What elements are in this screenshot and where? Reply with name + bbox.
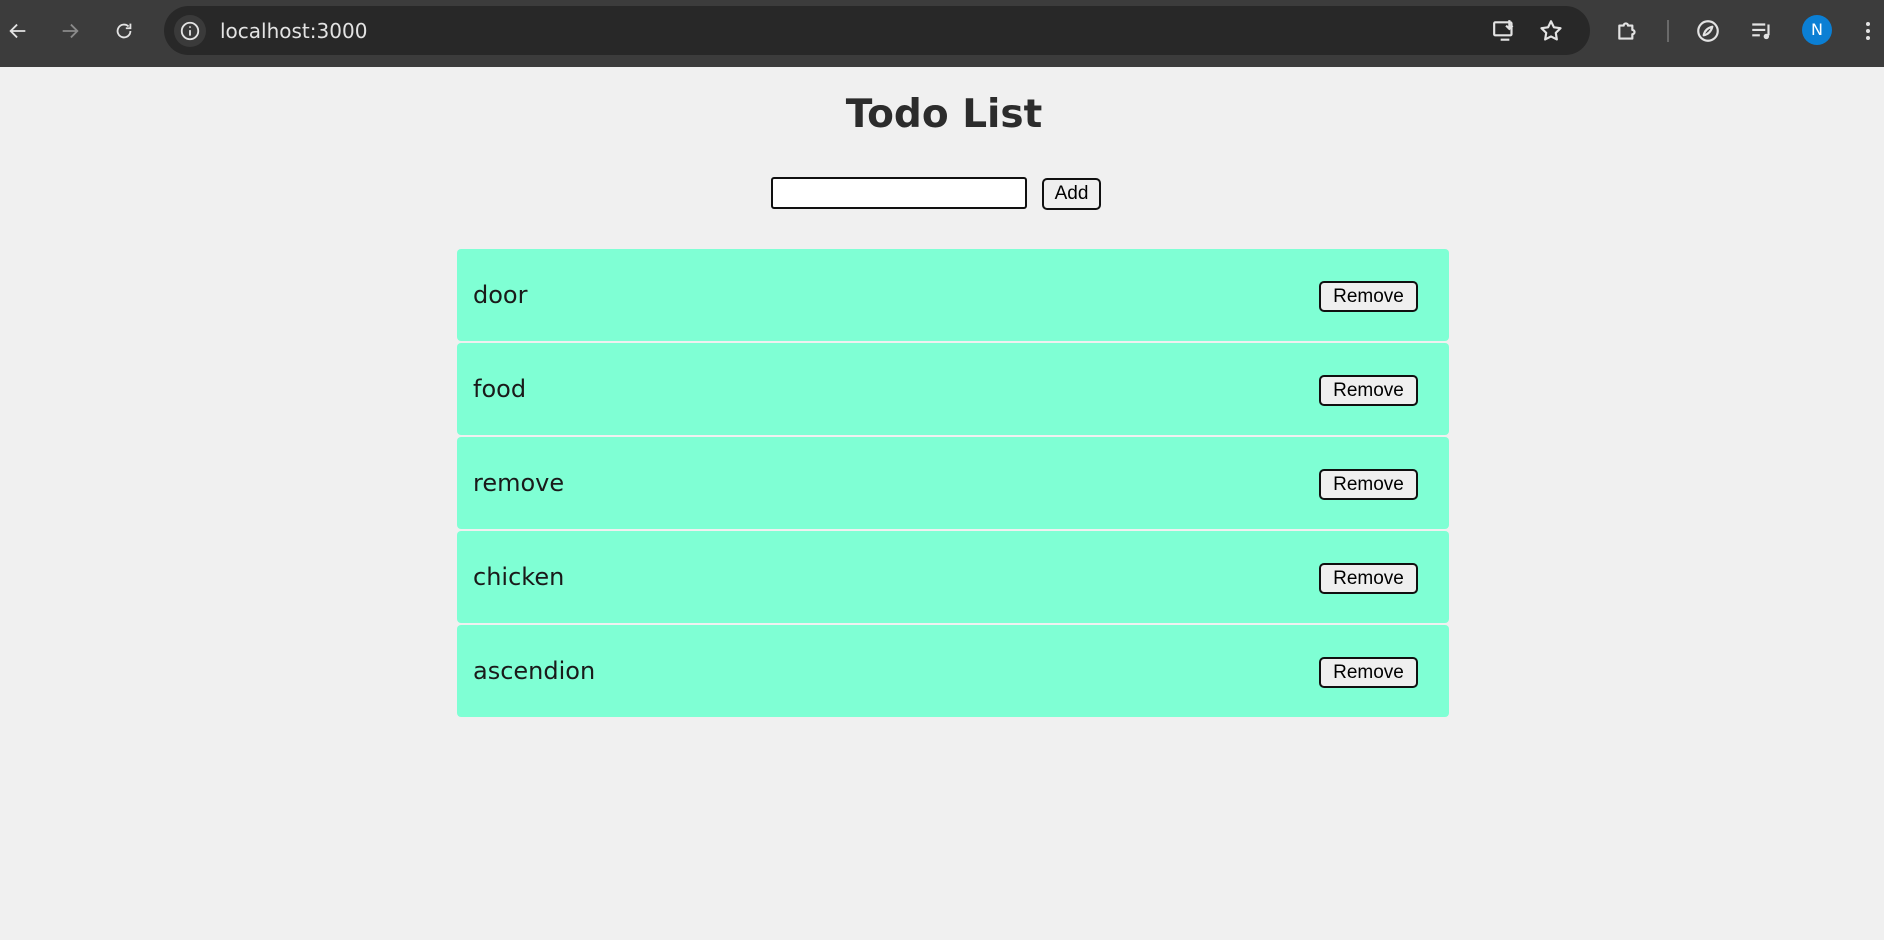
star-icon — [1540, 20, 1562, 41]
performance-button[interactable] — [1692, 15, 1724, 47]
page-title: Todo List — [845, 92, 1043, 137]
remove-button[interactable]: Remove — [1319, 657, 1418, 688]
info-icon — [180, 21, 200, 41]
site-info-button[interactable] — [174, 15, 206, 47]
browser-toolbar: localhost:3000 N — [0, 0, 1884, 67]
media-playlist-icon — [1752, 23, 1770, 40]
todo-item: food Remove — [457, 343, 1449, 435]
todo-item-text: ascendion — [473, 657, 596, 685]
remove-button[interactable]: Remove — [1319, 563, 1418, 594]
kebab-menu-icon — [1866, 22, 1870, 40]
media-controls-button[interactable] — [1746, 15, 1778, 47]
bookmark-button[interactable] — [1538, 18, 1564, 44]
todo-item: ascendion Remove — [457, 625, 1449, 717]
install-app-button[interactable] — [1492, 18, 1518, 44]
toolbar-separator — [1667, 20, 1669, 42]
profile-avatar[interactable]: N — [1802, 15, 1832, 45]
todo-item-text: door — [473, 281, 528, 309]
todo-item-text: chicken — [473, 563, 565, 591]
remove-button[interactable]: Remove — [1319, 469, 1418, 500]
todo-item: chicken Remove — [457, 531, 1449, 623]
puzzle-icon — [1618, 22, 1636, 40]
todo-item: remove Remove — [457, 437, 1449, 529]
forward-button[interactable] — [54, 15, 86, 47]
todo-item-text: food — [473, 375, 527, 403]
back-button[interactable] — [2, 15, 34, 47]
todo-item: door Remove — [457, 249, 1449, 341]
arrow-right-icon — [62, 23, 79, 39]
browser-menu-button[interactable] — [1856, 15, 1880, 47]
arrow-left-icon — [9, 23, 26, 39]
add-button[interactable]: Add — [1042, 178, 1101, 210]
todo-item-text: remove — [473, 469, 565, 497]
address-bar[interactable]: localhost:3000 — [164, 6, 1590, 55]
todo-input[interactable] — [771, 177, 1027, 209]
remove-button[interactable]: Remove — [1319, 375, 1418, 406]
reload-button[interactable] — [108, 15, 140, 47]
remove-button[interactable]: Remove — [1319, 281, 1418, 312]
install-app-icon — [1493, 20, 1514, 41]
extensions-button[interactable] — [1612, 15, 1644, 47]
leaf-icon — [1697, 20, 1719, 42]
reload-icon — [116, 23, 132, 39]
url-text[interactable]: localhost:3000 — [220, 20, 367, 42]
todo-list: door Remove food Remove remove Remove ch… — [457, 249, 1449, 719]
